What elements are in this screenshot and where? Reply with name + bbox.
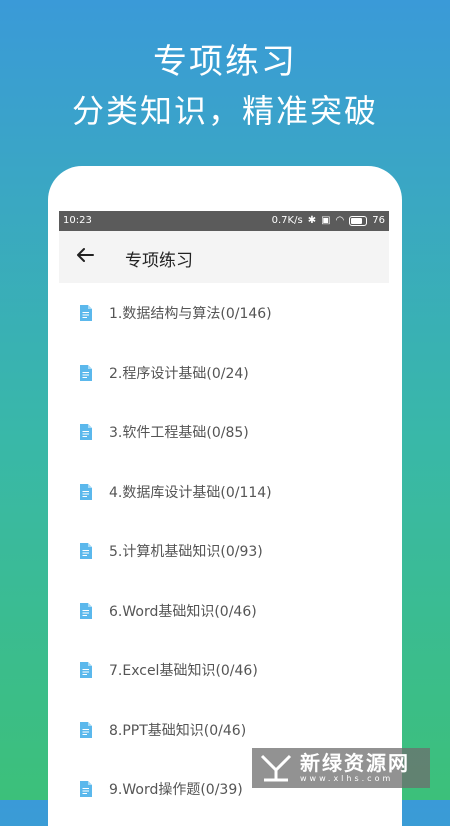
list-item[interactable]: 2.程序设计基础(0/24) (59, 343, 389, 403)
page-title: 专项练习 (125, 251, 193, 271)
list-item-label: 2.程序设计基础(0/24) (109, 365, 249, 382)
list-item-label: 9.Word操作题(0/39) (109, 782, 243, 798)
wifi-icon: ◠ (335, 214, 345, 226)
watermark-text: 新绿资源网 (300, 751, 410, 775)
document-icon (80, 543, 92, 559)
watermark-url: www.xlhs.com (300, 774, 394, 783)
list-item[interactable]: 4.数据库设计基础(0/114) (59, 462, 389, 522)
list-item[interactable]: 7.Excel基础知识(0/46) (59, 640, 389, 700)
list-item-label: 1.数据结构与算法(0/146) (109, 306, 272, 322)
back-arrow-icon[interactable] (73, 243, 97, 267)
app-bar: 专项练习 (59, 231, 389, 283)
document-icon (80, 602, 92, 619)
status-time: 10:23 (63, 215, 92, 226)
list-item[interactable]: 6.Word基础知识(0/46) (59, 581, 389, 641)
list-item-label: 8.PPT基础知识(0/46) (109, 722, 247, 739)
network-speed: 0.7K/s (271, 215, 303, 226)
document-icon (80, 305, 92, 321)
promo-subtitle: 分类知识，精准突破 (71, 92, 378, 130)
phone-frame: 10:23 0.7K/s ✱ ▣ ◠ 76 专项练习 1.数据结构与算法(0/1… (48, 166, 402, 826)
watermark-logo-icon (260, 754, 292, 782)
list-item-label: 6.Word基础知识(0/46) (109, 603, 257, 620)
document-icon (80, 364, 92, 381)
sim-icon: ▣ (321, 214, 331, 226)
watermark: 新绿资源网 www.xlhs.com (252, 748, 430, 788)
status-bar: 10:23 0.7K/s ✱ ▣ ◠ 76 (59, 211, 389, 231)
list-item[interactable]: 1.数据结构与算法(0/146) (59, 283, 389, 343)
category-list: 1.数据结构与算法(0/146) 2.程序设计基础(0/24) 3.软件工程基础(0… (59, 283, 389, 819)
document-icon (80, 483, 92, 500)
list-item[interactable]: 5.计算机基础知识(0/93) (59, 521, 389, 581)
list-item-label: 4.数据库设计基础(0/114) (109, 484, 272, 501)
battery-percent: 76 (372, 215, 385, 226)
document-icon (80, 721, 92, 738)
list-item-label: 7.Excel基础知识(0/46) (109, 663, 258, 679)
list-item[interactable]: 3.软件工程基础(0/85) (59, 402, 389, 462)
document-icon (80, 424, 92, 440)
promo-title: 专项练习 (153, 42, 297, 82)
battery-icon (349, 215, 368, 226)
bluetooth-icon: ✱ (307, 214, 317, 226)
list-item-label: 3.软件工程基础(0/85) (109, 425, 249, 441)
document-icon (80, 662, 92, 678)
list-item-label: 5.计算机基础知识(0/93) (109, 544, 263, 560)
document-icon (80, 781, 92, 797)
